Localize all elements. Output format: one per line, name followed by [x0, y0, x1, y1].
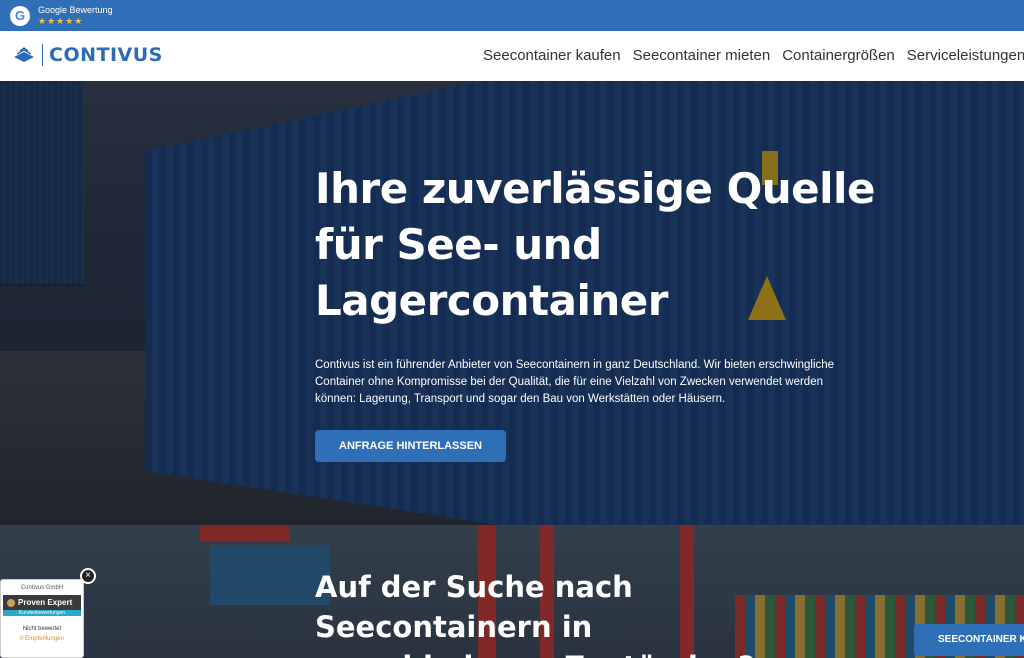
section-title: Auf der Suche nach Seecontainern in vers… [315, 570, 755, 658]
close-icon[interactable]: × [80, 568, 96, 584]
proven-expert-widget[interactable]: Contivus GmbH Proven Expert Kundenbewert… [0, 579, 84, 658]
nav-seecontainer-kaufen[interactable]: Seecontainer kaufen [483, 47, 621, 64]
pe-company: Contivus GmbH [20, 585, 64, 591]
pe-logo: Proven Expert [3, 595, 81, 610]
seecontainer-button[interactable]: SEECONTAINER K [914, 624, 1024, 656]
logo-text: CONTIVUS [49, 44, 163, 66]
nav-menu: Seecontainer kaufen Seecontainer mieten … [483, 47, 1024, 64]
rating-stars: ★★★★★ [38, 15, 84, 26]
rating-bar: G Google Bewertung ★★★★★ [0, 0, 1024, 31]
google-rating[interactable]: Google Bewertung ★★★★★ [38, 5, 113, 27]
nav-seecontainer-mieten[interactable]: Seecontainer mieten [633, 47, 771, 64]
pe-subtitle: Kundenbewertungen [3, 610, 81, 616]
rating-label: Google Bewertung [38, 4, 113, 15]
anfrage-button[interactable]: ANFRAGE HINTERLASSEN [315, 430, 507, 462]
logo-separator [42, 44, 43, 66]
nav-serviceleistungen[interactable]: Serviceleistungen [907, 47, 1024, 64]
hero-section: Ihre zuverlässige Quelle für See- und La… [0, 81, 1024, 525]
hero-text: Contivus ist ein führender Anbieter von … [315, 359, 835, 405]
google-letter: G [14, 8, 26, 23]
google-icon[interactable]: G [10, 5, 30, 26]
pe-brand: Proven Expert [18, 598, 73, 607]
logo-icon [12, 45, 36, 65]
nav-containergroessen[interactable]: Containergrößen [782, 47, 895, 64]
search-section: Auf der Suche nach Seecontainern in vers… [0, 525, 1024, 658]
pe-status: Nicht bewertet [22, 626, 62, 632]
pe-recommendations: 0 Empfehlungen [20, 636, 64, 642]
main-navigation: CONTIVUS Seecontainer kaufen Seecontaine… [0, 31, 1024, 81]
proven-expert-icon [7, 598, 15, 607]
hero-content: Ihre zuverlässige Quelle für See- und La… [315, 161, 875, 462]
hero-title: Ihre zuverlässige Quelle für See- und La… [315, 164, 875, 325]
logo[interactable]: CONTIVUS [12, 44, 163, 66]
